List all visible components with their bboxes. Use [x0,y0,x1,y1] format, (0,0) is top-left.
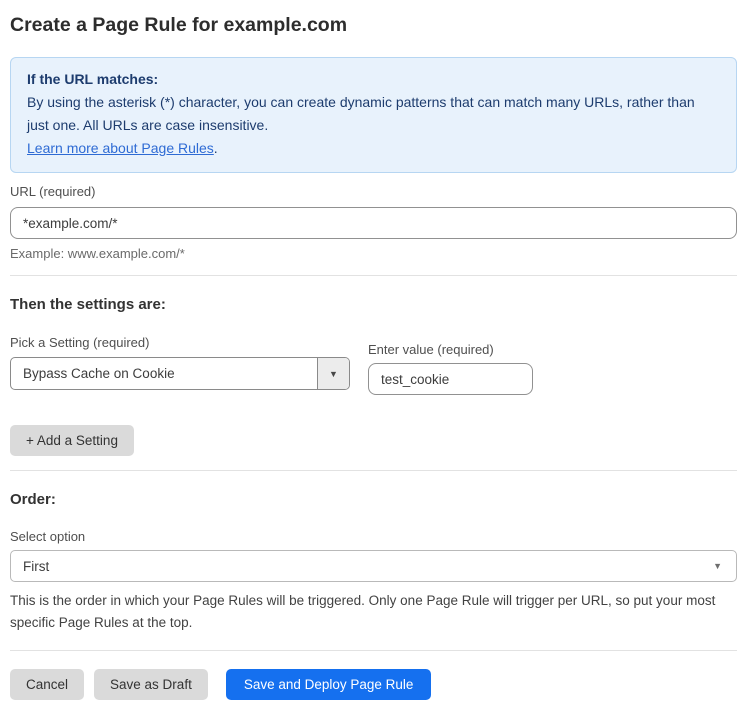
setting-value-column: Enter value (required) [368,342,533,395]
divider-after-url [10,275,737,276]
add-setting-button[interactable]: + Add a Setting [10,425,134,456]
divider-after-settings [10,470,737,471]
order-select-label: Select option [10,529,737,544]
url-input[interactable] [10,207,737,239]
save-and-deploy-button[interactable]: Save and Deploy Page Rule [226,669,432,700]
order-section-heading: Order: [10,491,737,508]
info-box-heading: If the URL matches: [27,68,720,91]
learn-more-link[interactable]: Learn more about Page Rules [27,140,214,156]
info-box-body: By using the asterisk (*) character, you… [27,91,699,137]
settings-row: Pick a Setting (required) Bypass Cache o… [10,335,737,395]
order-select-value: First [23,559,49,574]
setting-picker-label: Pick a Setting (required) [10,335,350,350]
url-match-info-box: If the URL matches: By using the asteris… [10,57,737,173]
setting-dropdown[interactable]: Bypass Cache on Cookie ▼ [10,357,350,390]
url-example-text: Example: www.example.com/* [10,246,737,261]
chevron-down-icon[interactable]: ▼ [317,358,349,389]
setting-dropdown-value: Bypass Cache on Cookie [11,358,317,389]
cancel-button[interactable]: Cancel [10,669,84,700]
info-box-link-line: Learn more about Page Rules. [27,137,720,160]
footer-button-row: Cancel Save as Draft Save and Deploy Pag… [10,669,737,700]
url-field-label: URL (required) [10,184,737,199]
divider-before-footer [10,650,737,651]
settings-section-heading: Then the settings are: [10,296,737,313]
create-page-rule-form: Create a Page Rule for example.com If th… [0,0,750,710]
link-period: . [214,140,218,156]
setting-picker-column: Pick a Setting (required) Bypass Cache o… [10,335,350,395]
page-title: Create a Page Rule for example.com [10,14,737,36]
save-as-draft-button[interactable]: Save as Draft [94,669,208,700]
setting-value-input[interactable] [368,363,533,395]
order-select[interactable]: First ▼ [10,550,737,582]
caret-down-icon: ▼ [713,561,722,571]
setting-value-label: Enter value (required) [368,342,533,357]
order-help-text: This is the order in which your Page Rul… [10,590,730,634]
